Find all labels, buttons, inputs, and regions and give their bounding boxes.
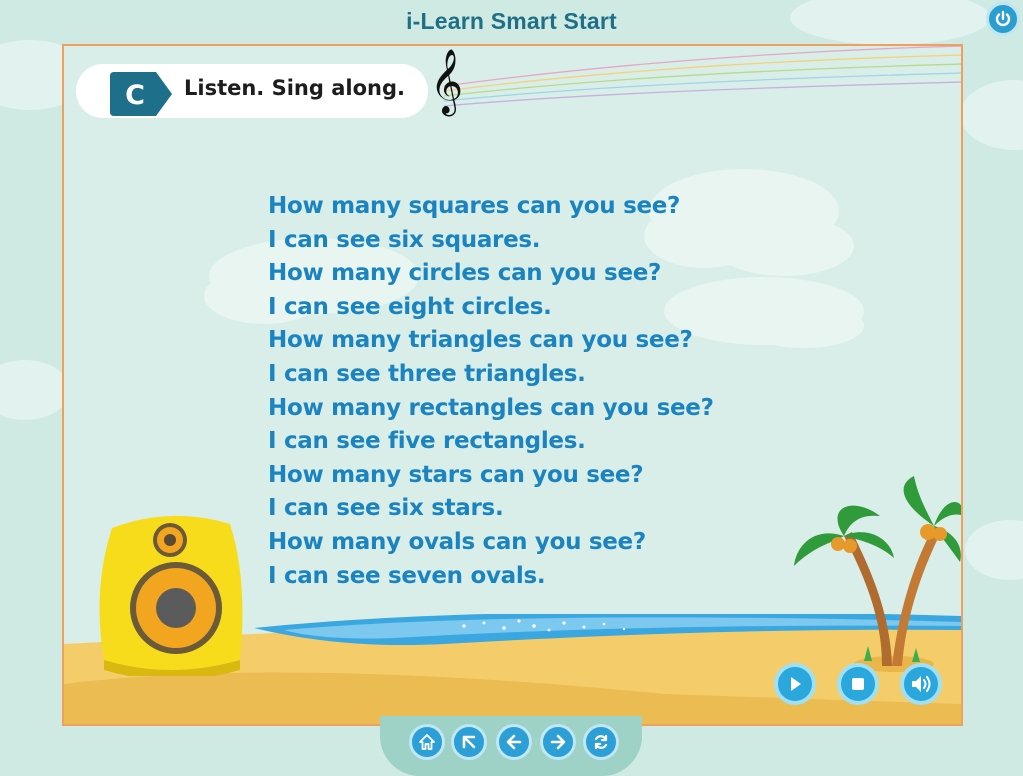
lyric-line: I can see six squares.	[268, 226, 541, 253]
background-cloud	[965, 520, 1023, 580]
play-button[interactable]	[774, 663, 816, 705]
speaker-illustration	[99, 515, 243, 676]
home-icon	[419, 734, 435, 750]
lyric-line: I can see three triangles.	[268, 360, 586, 387]
power-icon	[995, 10, 1011, 27]
menu-up-button[interactable]	[451, 724, 487, 760]
previous-button[interactable]	[496, 724, 532, 760]
activity-badge-letter: C	[125, 80, 145, 111]
palm-tree-illustration	[794, 476, 961, 672]
lyric-line: How many ovals can you see?	[268, 528, 646, 555]
lyric-line: How many stars can you see?	[268, 461, 644, 488]
activity-instruction: Listen. Sing along.	[184, 76, 405, 100]
lyric-line: How many squares can you see?	[268, 193, 681, 219]
lyric-line: I can see five rectangles.	[268, 428, 586, 455]
home-button[interactable]	[409, 724, 445, 760]
app-title: i-Learn Smart Start	[406, 8, 617, 34]
song-lyrics: How many squares can you see? I can see …	[268, 190, 714, 593]
activity-badge: C	[110, 72, 172, 116]
volume-button[interactable]	[900, 663, 942, 705]
refresh-button[interactable]	[583, 724, 619, 760]
background-cloud	[0, 360, 70, 420]
lyric-line: How many rectangles can you see?	[268, 394, 714, 421]
stop-button[interactable]	[837, 663, 879, 705]
song-stage: C Listen. Sing along. 𝄞 How many squares…	[62, 44, 963, 726]
treble-clef-icon: 𝄞	[430, 49, 464, 114]
arrow-right-icon	[550, 734, 566, 750]
next-button[interactable]	[540, 724, 576, 760]
power-button[interactable]	[986, 2, 1020, 36]
play-icon	[791, 677, 801, 691]
background-cloud	[960, 80, 1023, 150]
music-staff	[444, 46, 961, 107]
stop-icon	[852, 678, 864, 690]
lyric-line: I can see seven ovals.	[268, 562, 546, 589]
menu-up-icon	[462, 735, 476, 749]
arrow-left-icon	[506, 734, 522, 750]
lyric-line: I can see six stars.	[268, 495, 504, 522]
lyric-line: I can see eight circles.	[268, 293, 552, 320]
lyric-line: How many circles can you see?	[268, 260, 662, 287]
refresh-icon	[594, 734, 608, 750]
lyric-line: How many triangles can you see?	[268, 327, 693, 354]
volume-icon	[912, 676, 931, 692]
